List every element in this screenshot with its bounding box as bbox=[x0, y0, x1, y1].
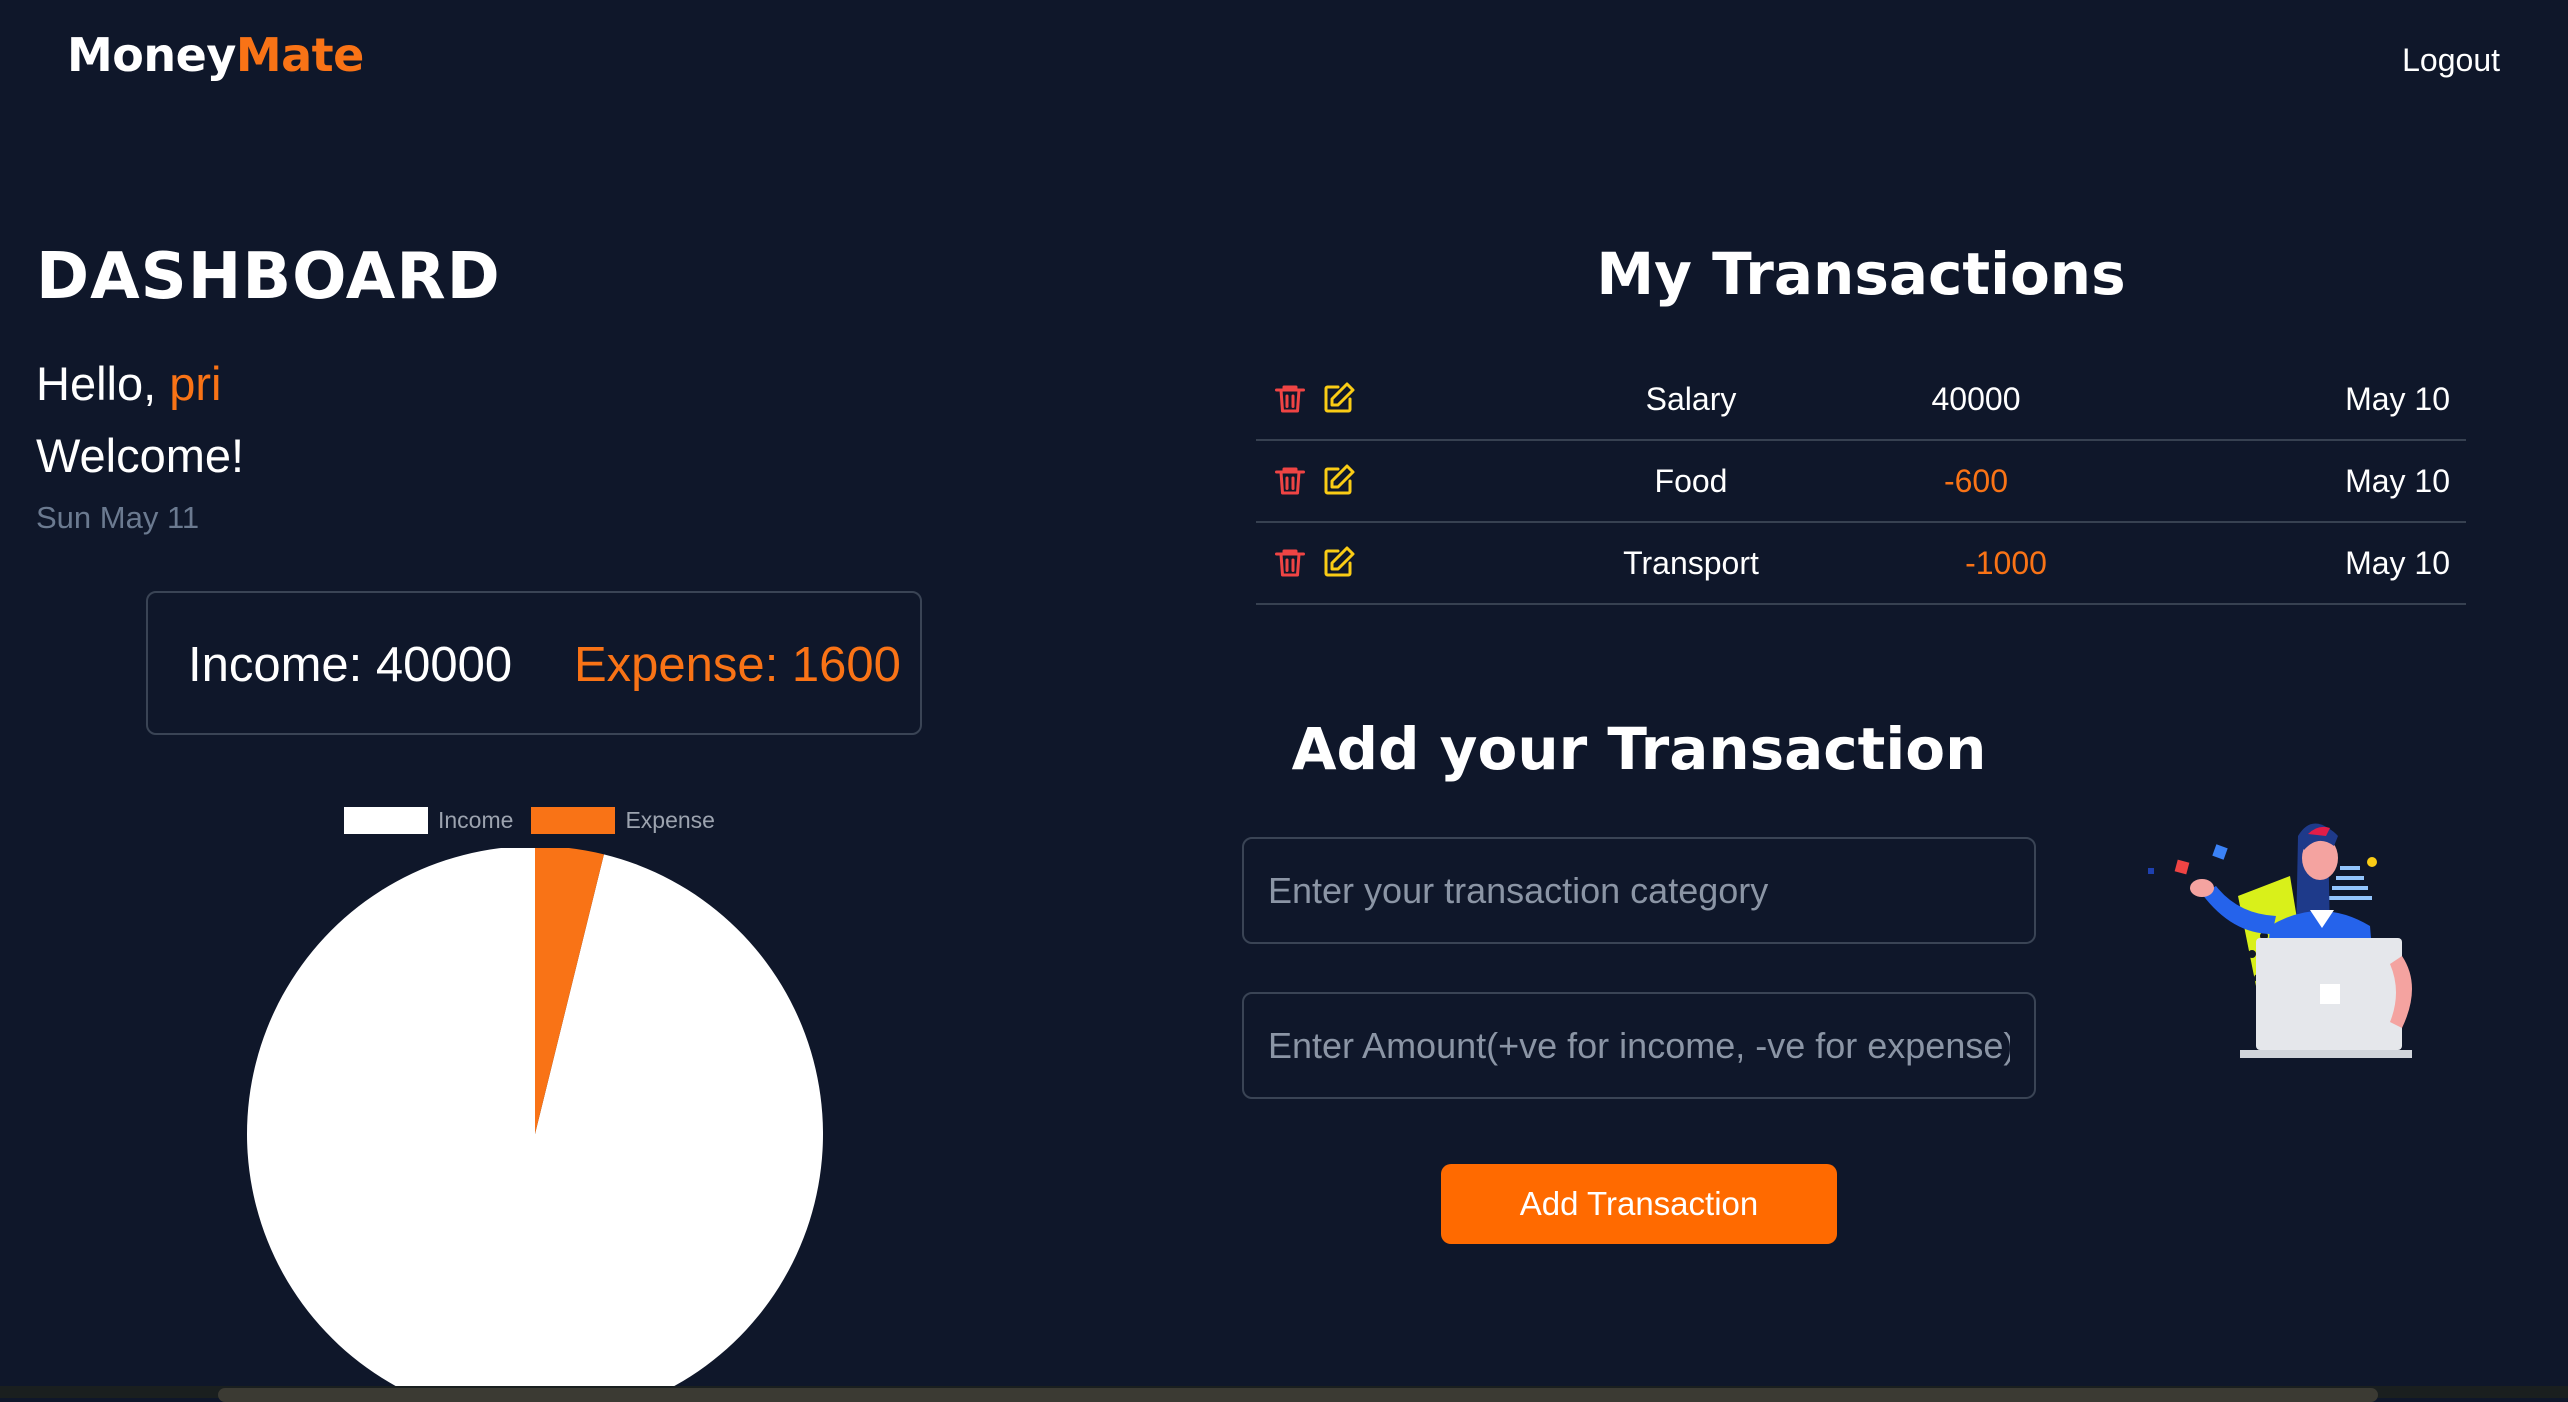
table-row: Transport -1000 May 10 bbox=[1256, 523, 2466, 605]
trash-icon[interactable] bbox=[1272, 463, 1308, 499]
brand-name-part2: Mate bbox=[235, 28, 365, 82]
legend-label-income: Income bbox=[438, 806, 514, 833]
legend-swatch-expense bbox=[531, 806, 616, 834]
welcome-text: Welcome! bbox=[36, 429, 245, 482]
transaction-amount: 40000 bbox=[1931, 381, 2021, 417]
income-expense-pie-chart bbox=[247, 848, 823, 1400]
edit-icon[interactable] bbox=[1320, 545, 1356, 581]
transaction-amount: -600 bbox=[1943, 463, 2009, 499]
row-actions bbox=[1272, 381, 1356, 417]
table-row: Salary 40000 May 10 bbox=[1256, 359, 2466, 441]
user-name: pri bbox=[169, 357, 222, 410]
transactions-table: Salary 40000 May 10 Food -600 May 10 Tra… bbox=[1256, 359, 2466, 605]
expense-total: Expense: 1600 bbox=[574, 638, 901, 692]
add-transaction-title: Add your Transaction bbox=[1291, 715, 1987, 783]
amount-input[interactable] bbox=[1242, 992, 2036, 1099]
legend-item-income[interactable]: Income bbox=[344, 806, 514, 834]
dock-bar bbox=[218, 1388, 2378, 1402]
transaction-date: May 10 bbox=[2345, 545, 2450, 581]
edit-icon[interactable] bbox=[1320, 463, 1356, 499]
transaction-date: May 10 bbox=[2345, 381, 2450, 417]
legend-label-expense: Expense bbox=[625, 806, 715, 833]
trash-icon[interactable] bbox=[1272, 381, 1308, 417]
current-date: Sun May 11 bbox=[36, 500, 200, 535]
legend-swatch-income bbox=[344, 806, 428, 834]
woman-with-laptop-illustration bbox=[2148, 823, 2412, 1058]
edit-icon[interactable] bbox=[1320, 381, 1356, 417]
logout-button[interactable]: Logout bbox=[2402, 42, 2500, 79]
transaction-category: Food bbox=[1654, 463, 1728, 499]
greeting-prefix: Hello, bbox=[36, 357, 170, 410]
brand-logo: MoneyMate bbox=[67, 28, 364, 82]
table-row: Food -600 May 10 bbox=[1256, 441, 2466, 523]
add-transaction-button[interactable]: Add Transaction bbox=[1441, 1164, 1837, 1244]
bottom-dock bbox=[0, 1386, 2568, 1402]
transaction-date: May 10 bbox=[2345, 463, 2450, 499]
page-title: DASHBOARD bbox=[36, 240, 501, 314]
transactions-title: My Transactions bbox=[1596, 240, 2126, 308]
transaction-category: Transport bbox=[1623, 545, 1759, 581]
brand-name-part1: Money bbox=[67, 28, 236, 82]
greeting: Hello, pri bbox=[36, 356, 221, 411]
income-total: Income: 40000 bbox=[188, 638, 513, 692]
summary-card: Income: 40000 Expense: 1600 bbox=[146, 591, 922, 735]
chart-legend: Income Expense bbox=[344, 805, 733, 835]
category-input[interactable] bbox=[1242, 837, 2036, 944]
row-actions bbox=[1272, 545, 1356, 581]
transaction-category: Salary bbox=[1645, 381, 1737, 417]
legend-item-expense[interactable]: Expense bbox=[531, 806, 715, 834]
row-actions bbox=[1272, 463, 1356, 499]
transaction-amount: -1000 bbox=[1965, 545, 2047, 581]
trash-icon[interactable] bbox=[1272, 545, 1308, 581]
